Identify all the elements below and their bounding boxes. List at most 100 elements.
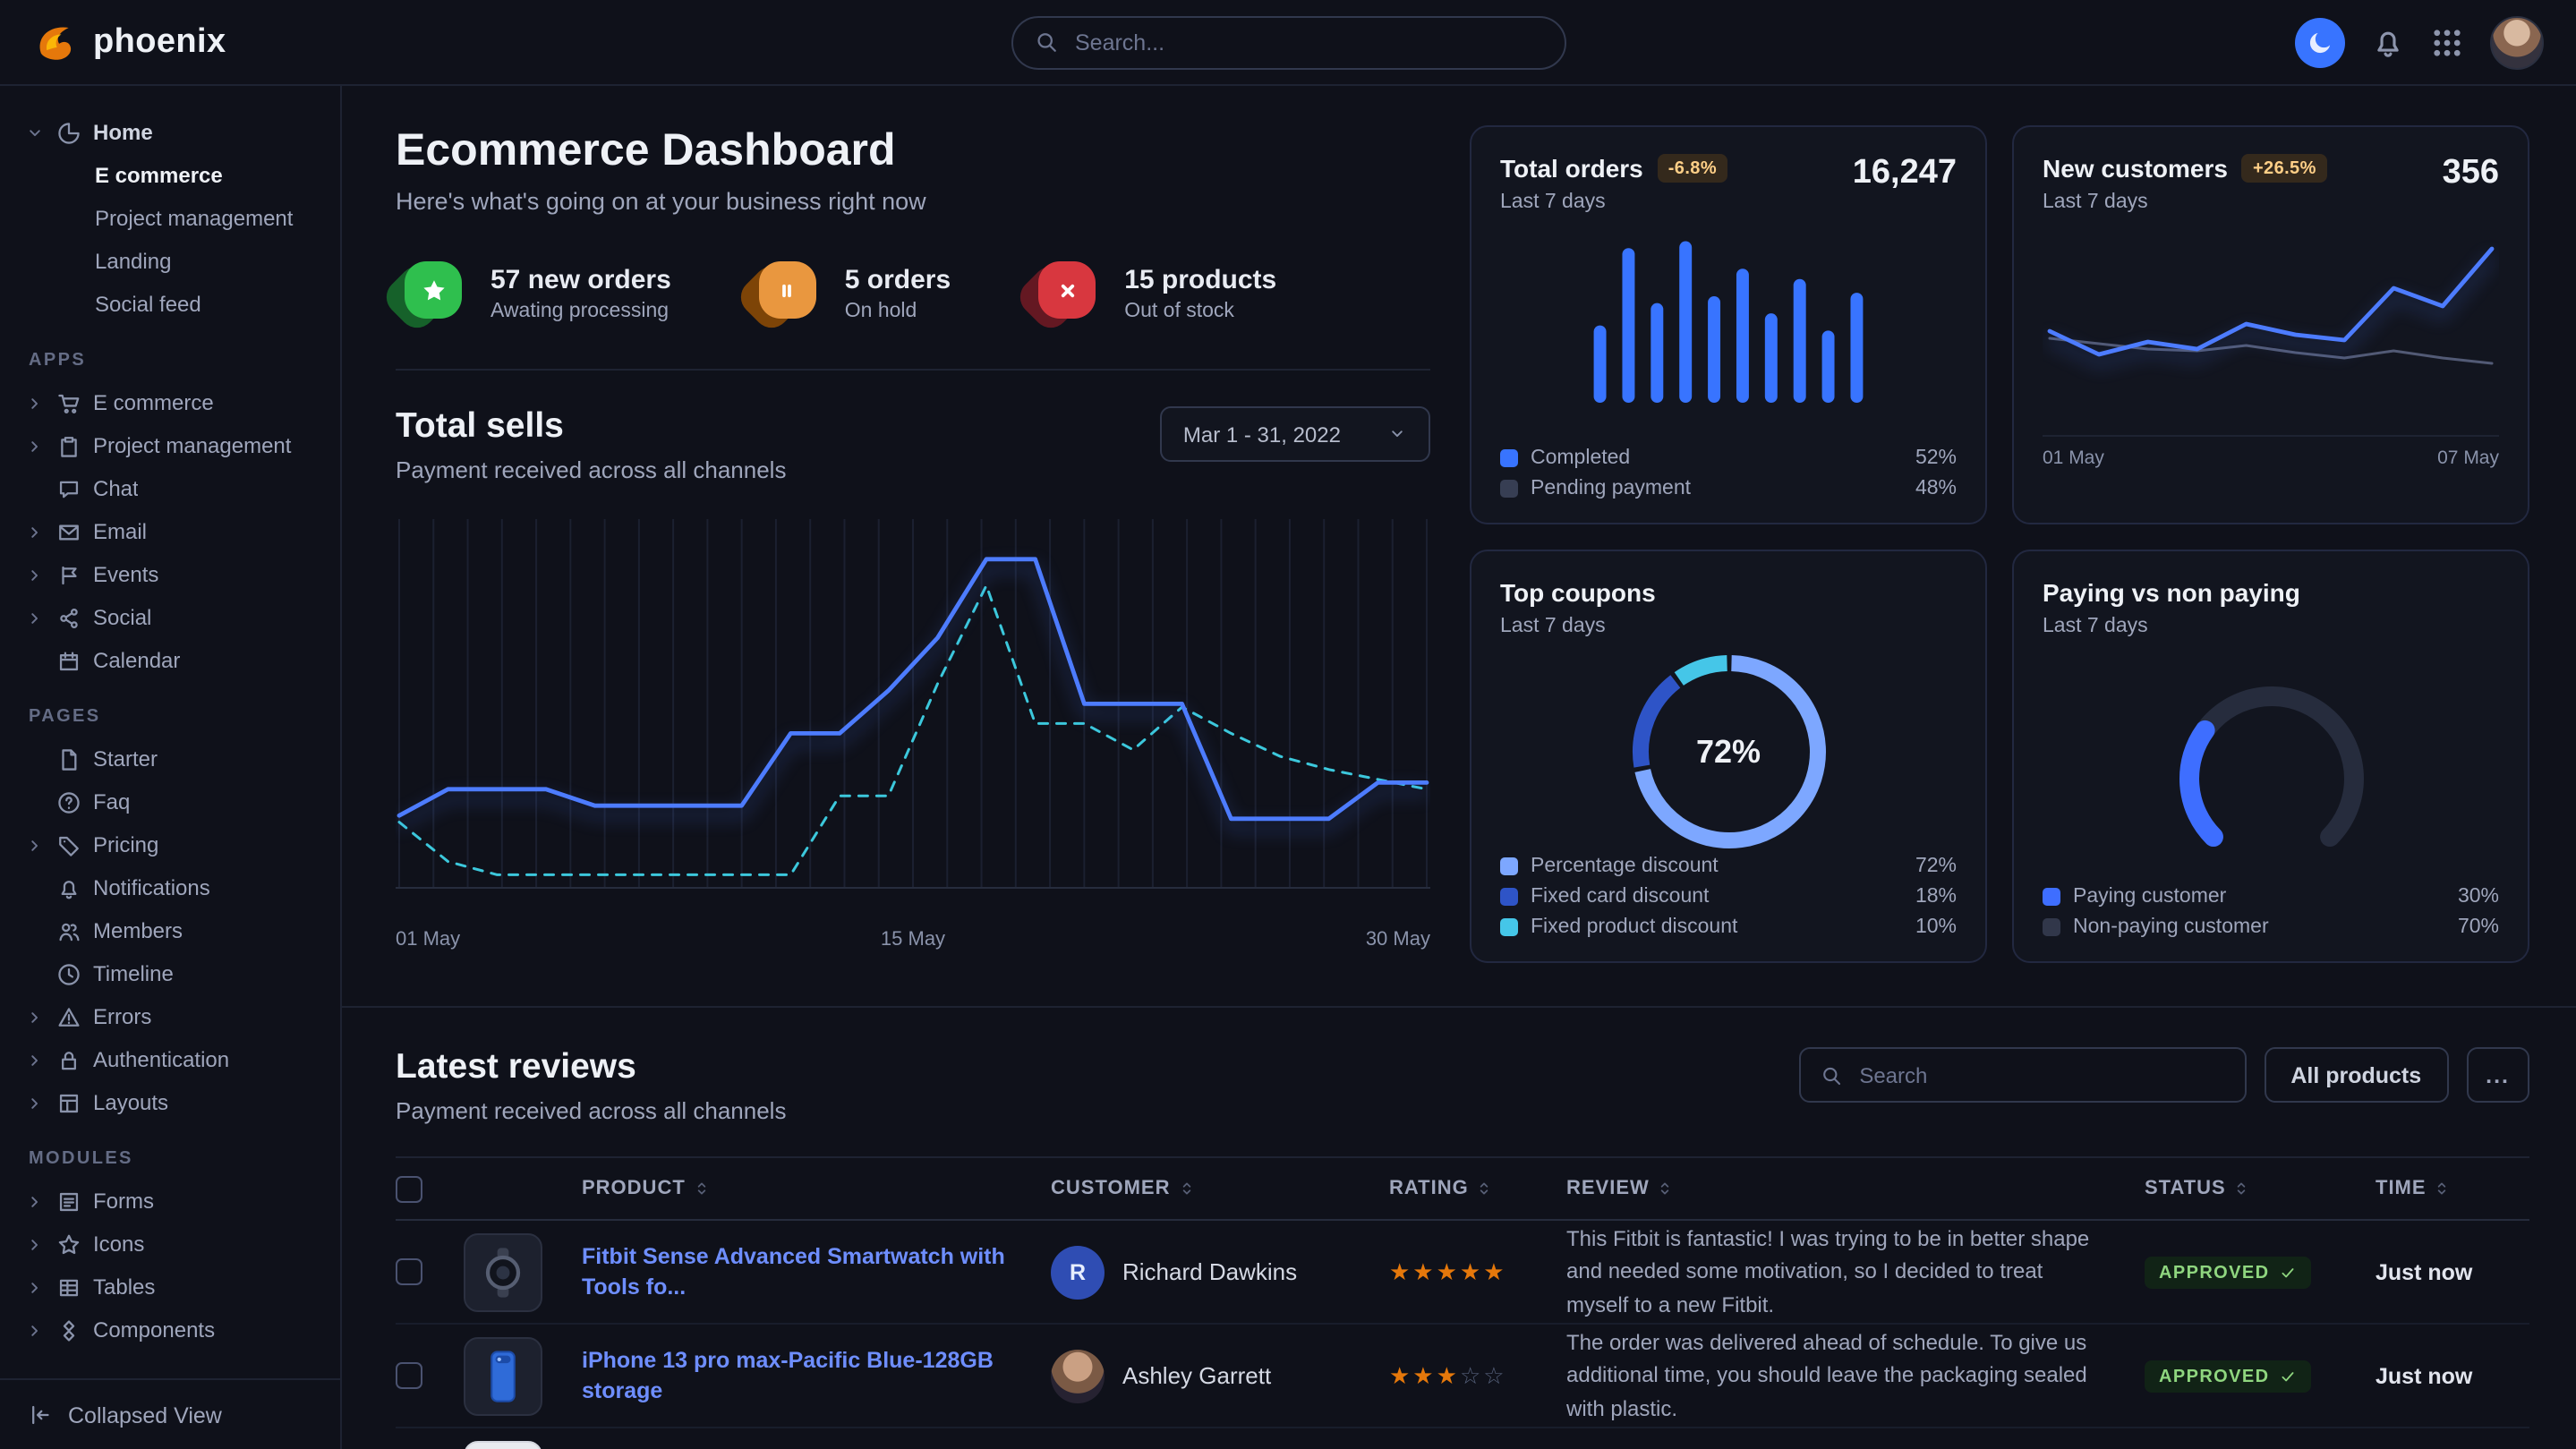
column-header-customer[interactable]: CUSTOMER <box>1051 1178 1382 1199</box>
customer-cell[interactable]: R Richard Dawkins <box>1051 1245 1382 1299</box>
reviews-search[interactable] <box>1798 1047 2246 1103</box>
sidebar-item-label: Social <box>93 605 151 630</box>
column-header-product[interactable]: PRODUCT <box>582 1178 1044 1199</box>
sidebar-item-home[interactable]: Home <box>25 111 322 154</box>
product-thumbnail[interactable] <box>464 1440 542 1449</box>
pause-icon <box>774 277 801 303</box>
card-paying-vs-non-paying: Paying vs non paying Last 7 days Paying … <box>2012 550 2529 963</box>
column-header-time[interactable]: TIME <box>2376 1178 2529 1199</box>
page-subtitle: Here's what's going on at your business … <box>396 188 1430 215</box>
select-all-checkbox[interactable] <box>396 1175 422 1202</box>
card-period: Last 7 days <box>2043 616 2300 637</box>
sidebar-item-label: Timeline <box>93 961 174 986</box>
column-header-review[interactable]: REVIEW <box>1566 1178 2137 1199</box>
question-circle-icon <box>57 790 81 814</box>
collapse-arrow-icon <box>29 1403 52 1427</box>
customer-cell[interactable]: Ashley Garrett <box>1051 1349 1382 1402</box>
sidebar-item-chat[interactable]: Chat <box>25 467 322 510</box>
sidebar-item-label: Calendar <box>93 648 180 673</box>
brand[interactable]: phoenix <box>32 19 226 65</box>
sidebar-item-faq[interactable]: Faq <box>25 780 322 823</box>
sidebar-subitem-social-feed[interactable]: Social feed <box>25 283 322 326</box>
table-row: iPhone 13 pro max-Pacific Blue-128GB sto… <box>396 1325 2529 1428</box>
sidebar-section-modules: MODULES <box>29 1149 322 1169</box>
price-tag-icon <box>57 833 81 857</box>
iphone-image <box>473 1345 533 1406</box>
sidebar-item-starter[interactable]: Starter <box>25 737 322 780</box>
collapsed-view-label: Collapsed View <box>68 1402 222 1428</box>
sidebar-item-forms[interactable]: Forms <box>25 1180 322 1223</box>
sidebar-item-tables[interactable]: Tables <box>25 1266 322 1308</box>
product-thumbnail[interactable] <box>464 1336 542 1415</box>
apps-grid-icon[interactable] <box>2431 26 2463 58</box>
shopping-cart-icon <box>57 391 81 414</box>
sidebar-item-social[interactable]: Social <box>25 596 322 639</box>
sidebar-item-label: E commerce <box>93 390 214 415</box>
caret-right-icon <box>25 1093 45 1112</box>
product-thumbnail[interactable] <box>464 1232 542 1311</box>
sidebar-item-icons[interactable]: Icons <box>25 1223 322 1266</box>
sidebar-item-events[interactable]: Events <box>25 553 322 596</box>
main-content: Ecommerce Dashboard Here's what's going … <box>342 86 2576 1449</box>
customer-avatar-photo <box>1051 1349 1105 1402</box>
sidebar-subitem-e-commerce[interactable]: E commerce <box>25 154 322 197</box>
caret-right-icon <box>25 565 45 584</box>
card-new-customers: New customers +26.5% Last 7 days 356 01 … <box>2012 125 2529 524</box>
legend-value: 30% <box>2458 886 2499 908</box>
date-range-select[interactable]: Mar 1 - 31, 2022 <box>1160 406 1430 462</box>
legend-label: Paying customer <box>2073 886 2226 908</box>
legend-swatch <box>2043 888 2060 906</box>
sidebar-item-label: Pricing <box>93 832 158 857</box>
sidebar-item-project-management[interactable]: Project management <box>25 424 322 467</box>
sidebar-item-layouts[interactable]: Layouts <box>25 1081 322 1124</box>
all-products-button[interactable]: All products <box>2264 1047 2448 1103</box>
sidebar-item-notifications[interactable]: Notifications <box>25 866 322 909</box>
sidebar-item-e-commerce[interactable]: E commerce <box>25 381 322 424</box>
rating-stars: ★★★★★ <box>1389 1257 1559 1286</box>
sidebar-item-label: Errors <box>93 1004 151 1029</box>
legend-label: Fixed card discount <box>1531 886 1709 908</box>
sidebar-subitem-landing[interactable]: Landing <box>25 240 322 283</box>
sidebar-section-pages: PAGES <box>29 707 322 727</box>
card-period: Last 7 days <box>1500 616 1656 637</box>
sidebar-item-authentication[interactable]: Authentication <box>25 1038 322 1081</box>
global-search-input[interactable] <box>1071 28 1542 56</box>
phoenix-logo-icon <box>32 19 79 65</box>
column-header-rating[interactable]: RATING <box>1389 1178 1559 1199</box>
review-text: This Fitbit is fantastic! I was trying t… <box>1566 1222 2137 1322</box>
theme-toggle-button[interactable] <box>2295 17 2345 67</box>
sidebar-item-email[interactable]: Email <box>25 510 322 553</box>
sidebar-subitem-project-management[interactable]: Project management <box>25 197 322 240</box>
collapsed-view-toggle[interactable]: Collapsed View <box>0 1378 340 1449</box>
legend-value: 10% <box>1915 916 1957 938</box>
sidebar-item-members[interactable]: Members <box>25 909 322 952</box>
sidebar-item-timeline[interactable]: Timeline <box>25 952 322 995</box>
user-avatar[interactable] <box>2490 15 2544 69</box>
global-search[interactable] <box>1011 15 1565 69</box>
more-options-button[interactable]: ... <box>2466 1047 2529 1103</box>
sidebar-item-components[interactable]: Components <box>25 1308 322 1351</box>
table-row: Fitbit Sense Advanced Smartwatch with To… <box>396 1221 2529 1325</box>
product-link[interactable]: Fitbit Sense Advanced Smartwatch with To… <box>582 1241 1044 1302</box>
latest-reviews-subtitle: Payment received across all channels <box>396 1097 786 1124</box>
sidebar-item-label: Authentication <box>93 1047 229 1072</box>
warning-triangle-icon <box>57 1005 81 1028</box>
sort-icon <box>1657 1180 1675 1198</box>
reviews-search-input[interactable] <box>1855 1061 2224 1089</box>
envelope-icon <box>57 520 81 543</box>
sidebar-item-calendar[interactable]: Calendar <box>25 639 322 682</box>
reviews-toolbar: All products ... <box>1798 1047 2529 1103</box>
section-divider <box>342 1006 2576 1008</box>
stat-caption: Out of stock <box>1124 301 1276 322</box>
x-icon <box>1053 277 1080 303</box>
row-checkbox[interactable] <box>396 1362 422 1389</box>
legend-value: 52% <box>1915 447 1957 469</box>
column-header-status[interactable]: STATUS <box>2145 1178 2368 1199</box>
product-link[interactable]: iPhone 13 pro max-Pacific Blue-128GB sto… <box>582 1345 1044 1406</box>
sidebar-item-pricing[interactable]: Pricing <box>25 823 322 866</box>
notifications-bell-icon[interactable] <box>2372 26 2404 58</box>
row-checkbox[interactable] <box>396 1258 422 1285</box>
chat-bubble-icon <box>57 477 81 500</box>
sidebar-item-errors[interactable]: Errors <box>25 995 322 1038</box>
caret-right-icon <box>25 522 45 541</box>
